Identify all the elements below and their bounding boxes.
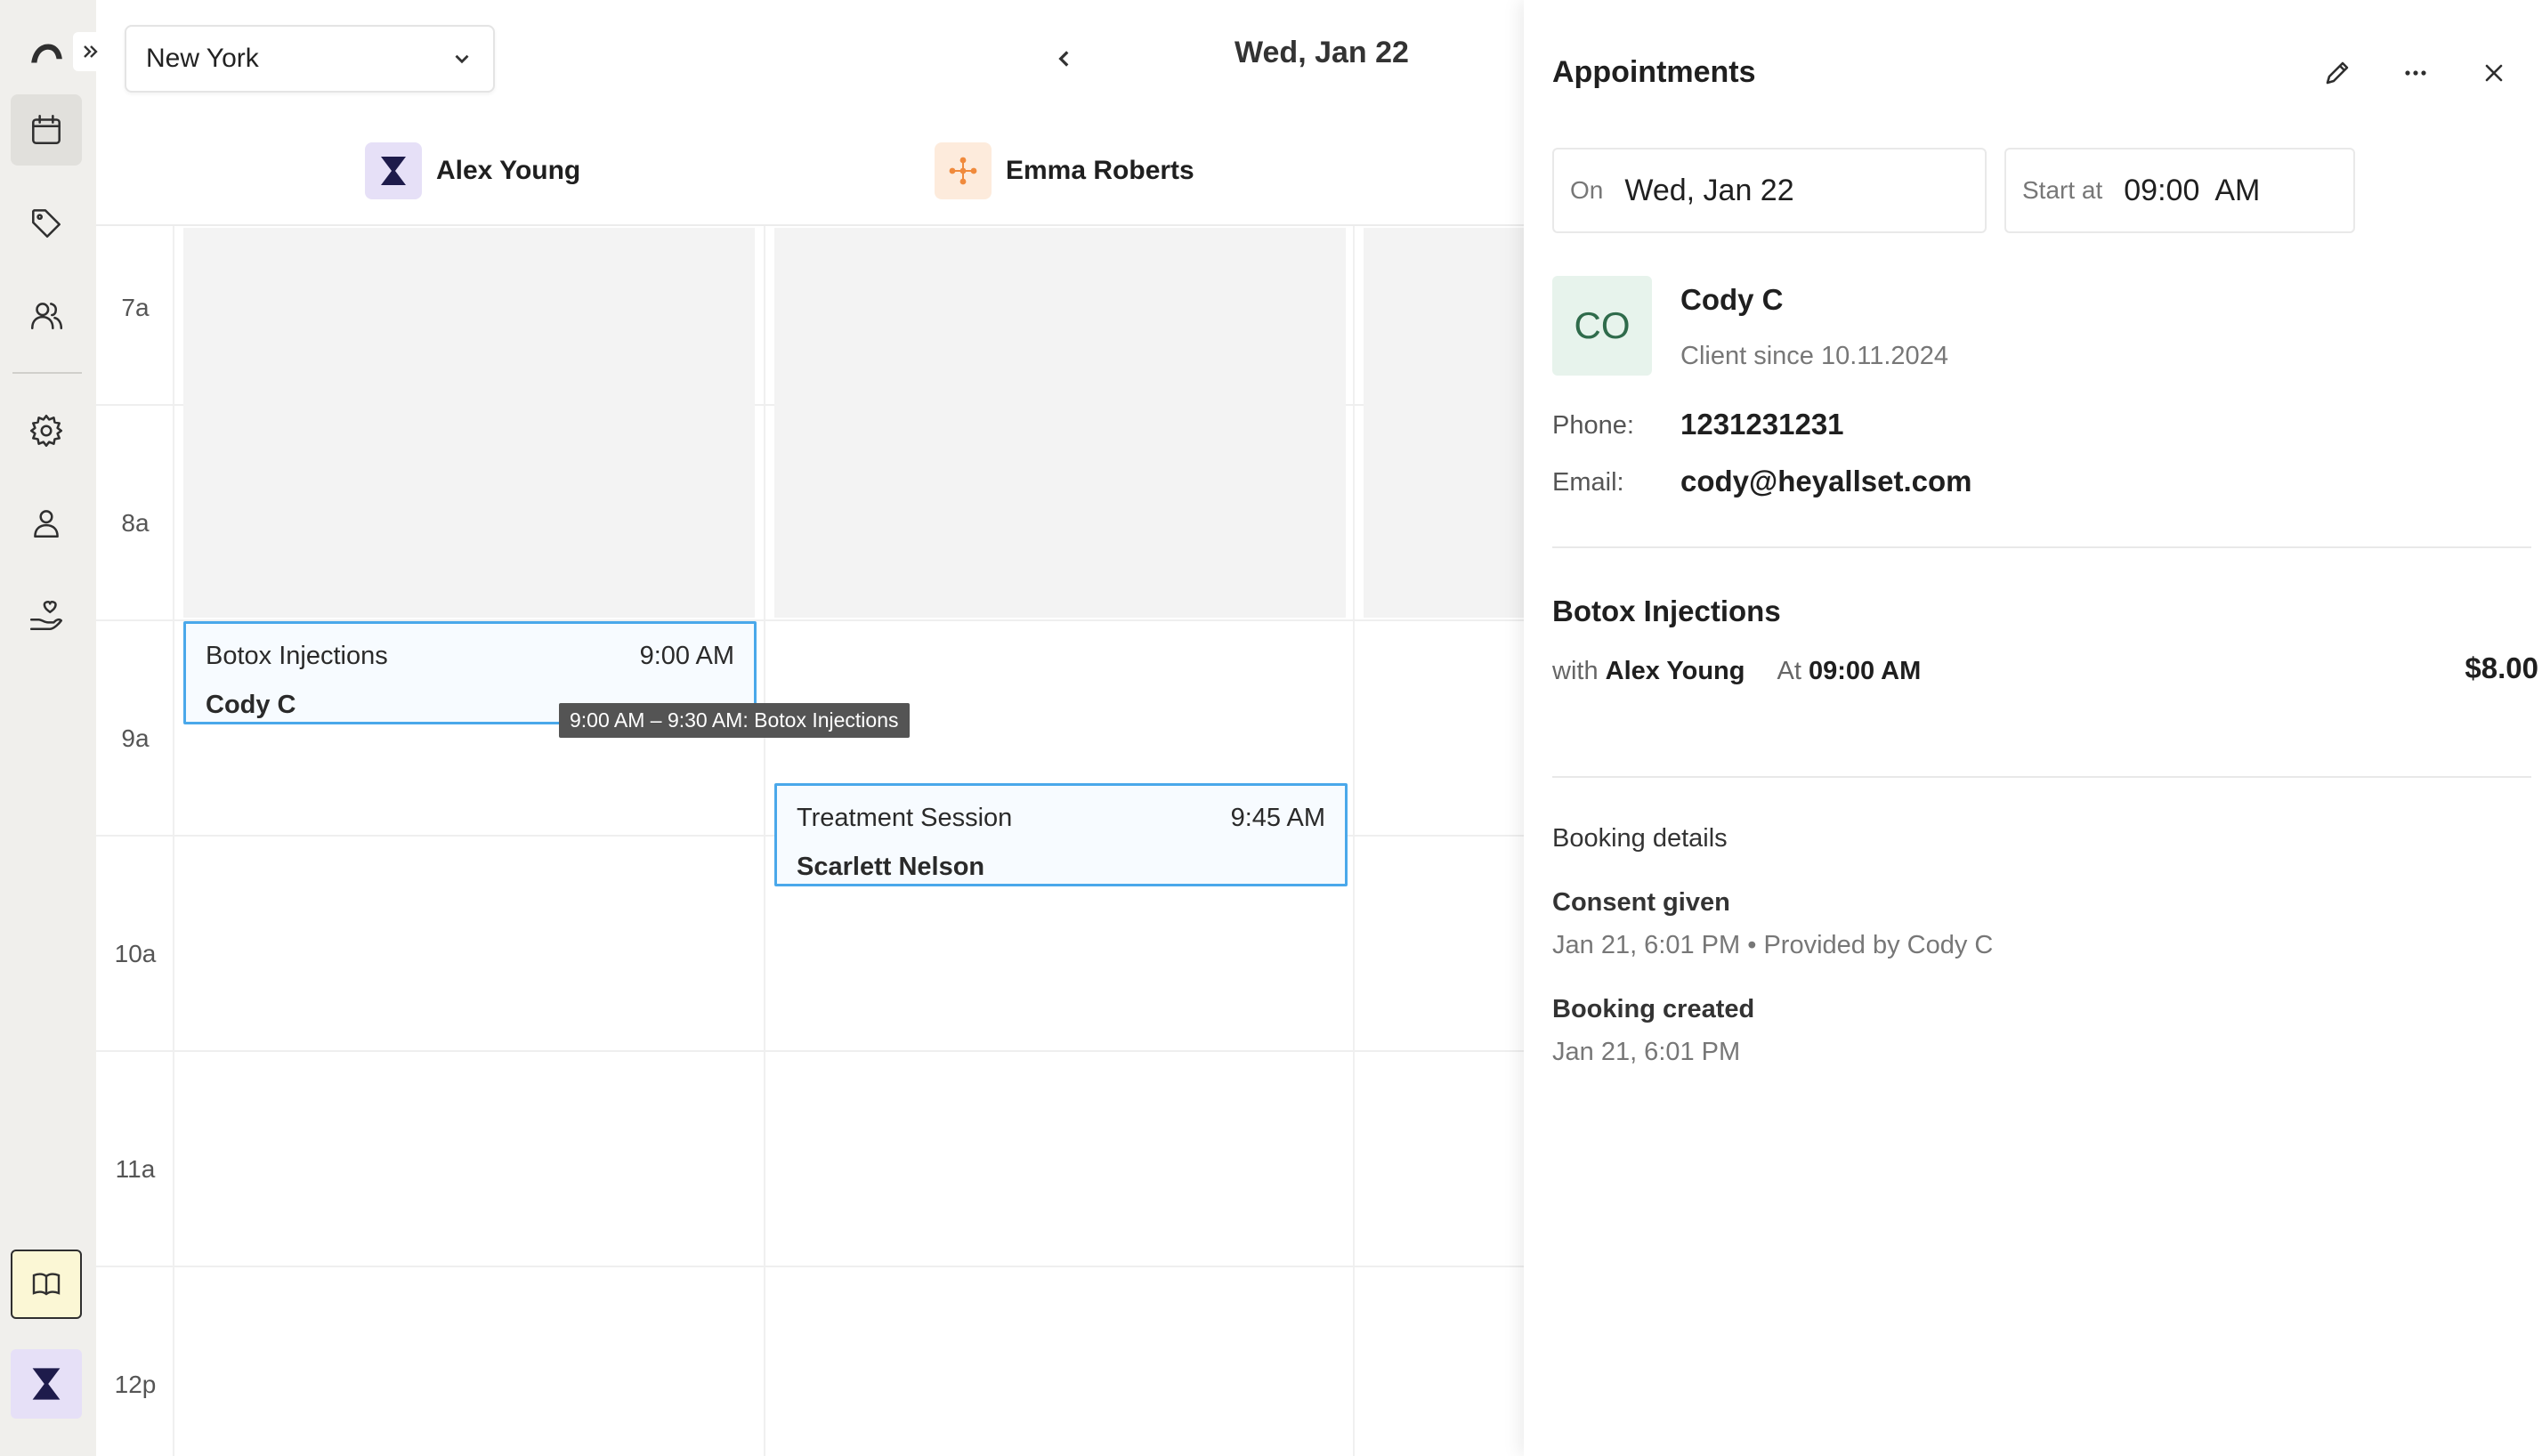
book-icon <box>32 1273 61 1296</box>
calendar-icon <box>32 114 61 144</box>
date-field-label: On <box>1570 176 1604 204</box>
time-label: 11a <box>115 1155 156 1183</box>
appointment-client: Scarlett Nelson <box>797 853 985 881</box>
appointment-service: Treatment Session <box>797 804 1013 832</box>
service-price: $8.00 <box>2465 651 2538 684</box>
appointment-time: 9:45 AM <box>1230 804 1325 832</box>
service-name: Botox Injections <box>1552 595 1781 627</box>
unavailable-block <box>183 228 755 618</box>
user-icon <box>34 510 59 538</box>
sidebar-item-profile[interactable] <box>11 488 82 559</box>
header-divider <box>96 224 1526 226</box>
client-avatar: CO <box>1552 276 1652 376</box>
current-date: Wed, Jan 22 <box>1235 36 1409 69</box>
sidebar-item-calendar[interactable] <box>11 94 82 166</box>
guide-button[interactable] <box>11 1250 82 1319</box>
appointment-service: Botox Injections <box>206 642 388 670</box>
section-divider <box>1552 546 2531 548</box>
appointment-card[interactable]: Treatment Session 9:45 AM Scarlett Nelso… <box>774 783 1348 886</box>
staff-header-alex[interactable]: Alex Young <box>365 142 580 199</box>
edit-button[interactable] <box>2318 53 2357 93</box>
consent-title: Consent given <box>1552 888 1730 917</box>
staff-name: Emma Roberts <box>1006 156 1194 185</box>
dots-cluster-icon <box>949 157 977 185</box>
time-label: 12p <box>114 1371 157 1398</box>
close-icon <box>2485 64 2503 82</box>
unavailable-block <box>774 228 1346 618</box>
sidebar-divider <box>12 372 82 374</box>
sidebar-item-care[interactable] <box>11 580 82 651</box>
location-value: New York <box>146 44 259 73</box>
time-label: 7a <box>121 294 150 321</box>
time-label: 8a <box>121 509 150 537</box>
expand-sidebar-button[interactable] <box>73 32 109 71</box>
gear-icon <box>29 414 63 448</box>
service-time: 09:00 AM <box>1809 657 1922 685</box>
email-value[interactable]: cody@heyallset.com <box>1680 465 1971 498</box>
more-options-button[interactable] <box>2396 53 2435 93</box>
booking-created-detail: Jan 21, 6:01 PM <box>1552 1038 1741 1066</box>
time-label: 10a <box>114 940 157 967</box>
booking-created-title: Booking created <box>1552 995 1755 1023</box>
time-label: 9a <box>121 724 150 752</box>
hourglass-icon <box>32 1368 61 1400</box>
hourglass-icon <box>381 157 406 185</box>
panel-title: Appointments <box>1552 55 1756 89</box>
account-avatar[interactable] <box>11 1349 82 1419</box>
pencil-icon <box>2326 61 2349 85</box>
client-since: Client since 10.11.2024 <box>1680 342 1948 370</box>
date-field[interactable]: On Wed, Jan 22 <box>1552 148 1987 233</box>
sidebar-item-settings[interactable] <box>11 395 82 466</box>
start-time-value: 09:00 AM <box>2124 173 2261 207</box>
start-time-label: Start at <box>2022 176 2103 204</box>
grid-column-line <box>764 226 765 1456</box>
service-details: with Alex Young At 09:00 AM <box>1552 657 1921 686</box>
appointment-time: 9:00 AM <box>639 642 734 670</box>
grid-hour-line <box>96 1266 1526 1267</box>
close-button[interactable] <box>2474 53 2514 93</box>
staff-header-emma[interactable]: Emma Roberts <box>935 142 1194 199</box>
tag-icon <box>32 209 61 239</box>
with-label: with <box>1552 657 1599 685</box>
previous-day-button[interactable] <box>1047 39 1082 78</box>
chevron-down-icon <box>455 54 469 64</box>
staff-avatar <box>365 142 422 199</box>
sidebar <box>0 0 109 1456</box>
section-divider <box>1552 776 2531 778</box>
sidebar-item-services[interactable] <box>11 187 82 258</box>
unavailable-block <box>1364 228 1526 618</box>
logo-icon[interactable] <box>11 18 82 89</box>
booking-details-title: Booking details <box>1552 824 1728 853</box>
appointment-detail-panel: Appointments On Wed, Jan 22 Start at 09:… <box>1524 0 2542 1456</box>
appointment-tooltip: 9:00 AM – 9:30 AM: Botox Injections <box>559 703 910 738</box>
staff-avatar <box>935 142 992 199</box>
sidebar-item-clients[interactable] <box>11 279 82 351</box>
grid-column-line <box>173 226 174 1456</box>
at-label: At <box>1777 657 1801 685</box>
service-staff: Alex Young <box>1605 657 1745 685</box>
grid-hour-line <box>96 1050 1526 1052</box>
hand-heart-icon <box>29 600 63 630</box>
email-label: Email: <box>1552 468 1624 497</box>
consent-detail: Jan 21, 6:01 PM • Provided by Cody C <box>1552 931 1994 959</box>
grid-column-line <box>1353 226 1355 1456</box>
client-name[interactable]: Cody C <box>1680 283 1784 317</box>
start-time-field[interactable]: Start at 09:00 AM <box>2004 148 2355 233</box>
staff-name: Alex Young <box>436 156 581 185</box>
phone-label: Phone: <box>1552 411 1634 440</box>
location-select[interactable]: New York <box>125 25 495 93</box>
users-icon <box>30 303 63 329</box>
date-field-value: Wed, Jan 22 <box>1624 173 1794 207</box>
chevrons-right-icon <box>84 45 98 58</box>
ellipsis-icon <box>2405 70 2426 76</box>
chevron-left-icon <box>1058 51 1069 67</box>
phone-value[interactable]: 1231231231 <box>1680 408 1844 441</box>
